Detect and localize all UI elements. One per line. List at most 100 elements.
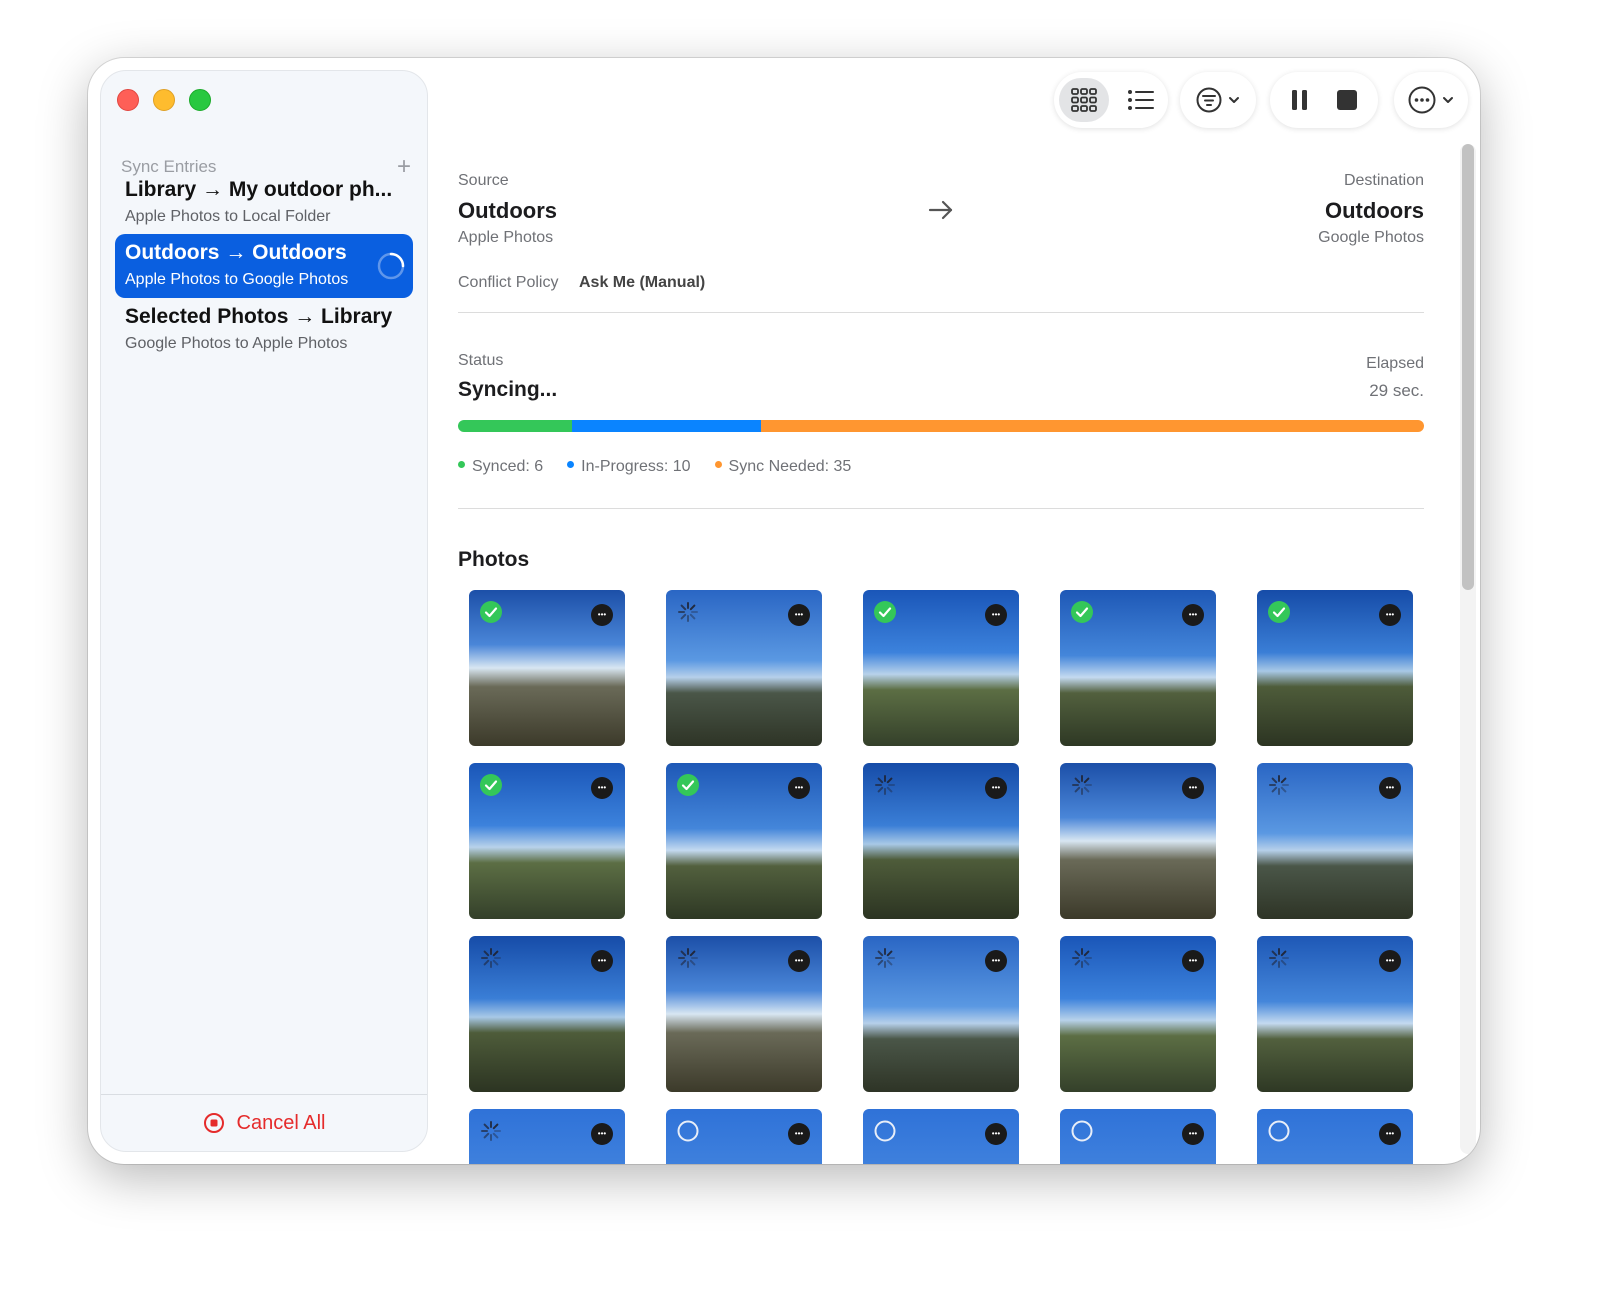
- photo-thumbnail[interactable]: •••: [1257, 1109, 1413, 1164]
- sync-entry-subtitle: Google Photos to Apple Photos: [125, 335, 348, 352]
- checkmark-circle-icon: [874, 601, 896, 623]
- ellipsis-icon[interactable]: •••: [985, 777, 1007, 799]
- activity-spinner-icon: [678, 602, 698, 622]
- photo-thumbnail[interactable]: •••: [469, 590, 625, 746]
- photo-thumbnail[interactable]: •••: [863, 1109, 1019, 1164]
- ellipsis-icon[interactable]: •••: [985, 950, 1007, 972]
- destination-name: Outdoors: [1325, 198, 1424, 223]
- checkmark-circle-icon: [1268, 601, 1290, 623]
- ellipsis-icon[interactable]: •••: [591, 1123, 613, 1145]
- activity-spinner-icon: [481, 948, 501, 968]
- photo-thumbnail[interactable]: •••: [469, 1109, 625, 1164]
- conflict-policy-value: Ask Me (Manual): [579, 274, 706, 291]
- divider: [458, 508, 1424, 509]
- empty-circle-icon: [677, 1120, 699, 1142]
- sync-progress-bar: [458, 420, 1424, 432]
- legend-synced: Synced: 6: [458, 458, 543, 476]
- status-value: Syncing...: [458, 378, 558, 401]
- sync-entry-selected-photos[interactable]: Selected Photos → Library Google Photos …: [115, 298, 413, 362]
- photo-thumbnail[interactable]: •••: [863, 936, 1019, 1092]
- window-controls: [117, 89, 211, 111]
- sync-entry-title: Library → My outdoor ph...: [125, 178, 393, 201]
- empty-circle-icon: [874, 1120, 896, 1142]
- photo-thumbnail[interactable]: •••: [1257, 936, 1413, 1092]
- photo-thumbnail[interactable]: •••: [1060, 763, 1216, 919]
- activity-spinner-icon: [875, 948, 895, 968]
- ellipsis-icon[interactable]: •••: [788, 777, 810, 799]
- sidebar: Sync Entries + Library → My outdoor ph..…: [100, 70, 428, 1152]
- checkmark-circle-icon: [677, 774, 699, 796]
- ellipsis-icon[interactable]: •••: [985, 1123, 1007, 1145]
- photo-thumbnail[interactable]: •••: [666, 936, 822, 1092]
- legend-sync-needed: Sync Needed: 35: [714, 458, 851, 476]
- photo-thumbnail[interactable]: •••: [666, 763, 822, 919]
- ellipsis-icon[interactable]: •••: [788, 1123, 810, 1145]
- progress-segment-sync-needed: [761, 420, 1424, 432]
- source-label: Source: [458, 172, 509, 189]
- sync-entry-title: Outdoors → Outdoors: [125, 241, 347, 264]
- photo-thumbnail[interactable]: •••: [469, 763, 625, 919]
- app-window: Sync Entries + Library → My outdoor ph..…: [88, 58, 1480, 1164]
- destination-label: Destination: [1343, 172, 1424, 189]
- photo-thumbnail[interactable]: •••: [1060, 936, 1216, 1092]
- legend-in-progress: In-Progress: 10: [567, 458, 691, 476]
- source-service: Apple Photos: [458, 229, 554, 246]
- ellipsis-icon[interactable]: •••: [1182, 950, 1204, 972]
- elapsed-value: 29 sec.: [1369, 381, 1424, 400]
- activity-spinner-icon: [1072, 948, 1092, 968]
- activity-spinner-icon: [1269, 775, 1289, 795]
- photo-thumbnail[interactable]: •••: [666, 590, 822, 746]
- photo-thumbnail[interactable]: •••: [469, 936, 625, 1092]
- activity-spinner-icon: [481, 1121, 501, 1141]
- activity-spinner-icon: [875, 775, 895, 795]
- ellipsis-icon[interactable]: •••: [1379, 950, 1401, 972]
- progress-segment-in-progress: [571, 420, 762, 432]
- zoom-window-button[interactable]: [189, 89, 211, 111]
- ellipsis-icon[interactable]: •••: [591, 777, 613, 799]
- photo-thumbnail[interactable]: •••: [1060, 590, 1216, 746]
- ellipsis-icon[interactable]: •••: [985, 604, 1007, 626]
- ellipsis-icon[interactable]: •••: [1182, 604, 1204, 626]
- photo-thumbnail[interactable]: •••: [1257, 590, 1413, 746]
- empty-circle-icon: [1071, 1120, 1093, 1142]
- sync-entry-subtitle: Apple Photos to Google Photos: [125, 271, 349, 288]
- activity-spinner-icon: [678, 948, 698, 968]
- vertical-scrollbar[interactable]: [1460, 144, 1476, 1154]
- ellipsis-icon[interactable]: •••: [1379, 604, 1401, 626]
- ellipsis-icon[interactable]: •••: [788, 950, 810, 972]
- ellipsis-icon[interactable]: •••: [591, 950, 613, 972]
- scrollbar-thumb[interactable]: [1462, 144, 1474, 590]
- sync-entry-library[interactable]: Library → My outdoor ph... Apple Photos …: [115, 171, 413, 235]
- stop-circle-icon: [203, 1113, 224, 1133]
- destination-service: Google Photos: [1318, 229, 1424, 246]
- checkmark-circle-icon: [1071, 601, 1093, 623]
- ellipsis-icon[interactable]: •••: [1182, 777, 1204, 799]
- ellipsis-icon[interactable]: •••: [591, 604, 613, 626]
- ellipsis-icon[interactable]: •••: [1379, 1123, 1401, 1145]
- photos-section-title: Photos: [458, 548, 530, 571]
- conflict-policy-label: Conflict Policy: [458, 274, 559, 291]
- photo-thumbnail[interactable]: •••: [666, 1109, 822, 1164]
- activity-spinner-icon: [1269, 948, 1289, 968]
- photo-thumbnail[interactable]: •••: [863, 763, 1019, 919]
- sync-entry-title: Selected Photos → Library: [125, 305, 393, 328]
- divider: [458, 312, 1424, 313]
- cancel-all-button[interactable]: Cancel All: [101, 1094, 427, 1151]
- close-window-button[interactable]: [117, 89, 139, 111]
- ellipsis-icon[interactable]: •••: [1379, 777, 1401, 799]
- main-content: Source Outdoors Apple Photos Destination…: [458, 58, 1424, 1164]
- photo-thumbnail[interactable]: •••: [1257, 763, 1413, 919]
- cancel-all-label: Cancel All: [236, 1111, 326, 1134]
- checkmark-circle-icon: [480, 601, 502, 623]
- minimize-window-button[interactable]: [153, 89, 175, 111]
- ellipsis-icon[interactable]: •••: [1182, 1123, 1204, 1145]
- empty-circle-icon: [1268, 1120, 1290, 1142]
- arrow-right-icon: [928, 200, 953, 220]
- progress-legend: Synced: 6 In-Progress: 10 Sync Needed: 3…: [458, 458, 851, 476]
- sync-entry-subtitle: Apple Photos to Local Folder: [125, 208, 331, 225]
- photo-thumbnail[interactable]: •••: [1060, 1109, 1216, 1164]
- status-label: Status: [458, 352, 504, 369]
- ellipsis-icon[interactable]: •••: [788, 604, 810, 626]
- sync-entry-outdoors[interactable]: Outdoors → Outdoors Apple Photos to Goog…: [115, 234, 413, 298]
- photo-thumbnail[interactable]: •••: [863, 590, 1019, 746]
